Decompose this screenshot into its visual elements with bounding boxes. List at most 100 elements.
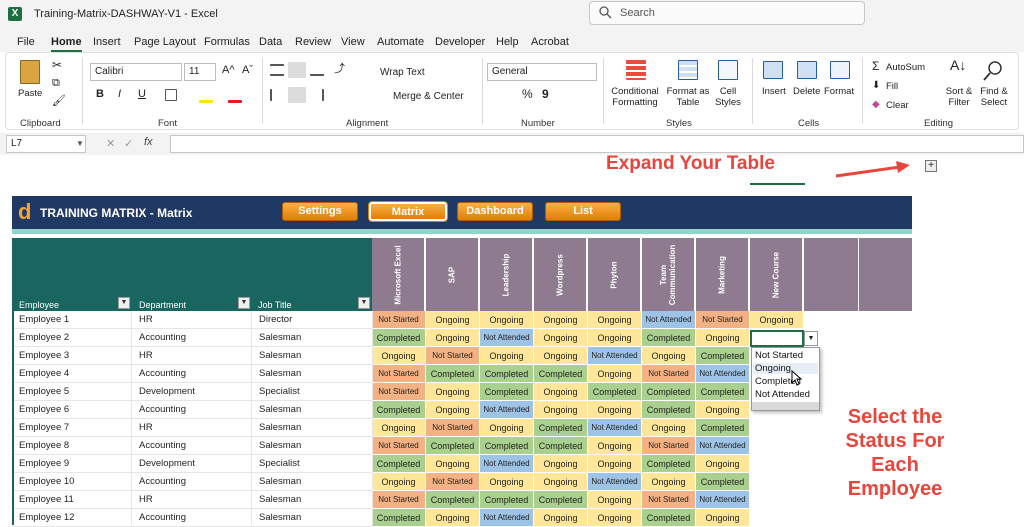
cell-department[interactable]: HR [132,311,252,329]
cell-status[interactable]: Completed [642,401,696,419]
cell-status[interactable] [750,509,804,527]
cell-status[interactable]: Not Attended [588,347,642,365]
font-size-select[interactable]: 11 [184,63,216,81]
cell-status[interactable]: Not Attended [588,473,642,491]
cell-status[interactable]: Completed [696,383,750,401]
tab-help[interactable]: Help [496,36,519,48]
cell-status[interactable]: Not Started [372,437,426,455]
cell-status[interactable]: Ongoing [588,509,642,527]
cell-employee[interactable]: Employee 4 [12,365,132,383]
cell-job-title[interactable]: Salesman [252,509,372,527]
insert-cells-button[interactable]: Insert [762,86,786,97]
active-cell[interactable] [750,330,804,347]
status-dropdown-list[interactable]: Not Started Ongoing Completed Not Attend… [751,347,820,411]
fill-button[interactable]: Fill [886,81,898,92]
cell-status[interactable]: Not Started [696,311,750,329]
cell-status[interactable]: Ongoing [534,383,588,401]
cell-status[interactable]: Not Started [642,491,696,509]
clear-button[interactable]: Clear [886,100,909,111]
cell-status[interactable]: Ongoing [588,455,642,473]
format-as-table-button[interactable]: Format as Table [666,86,710,108]
cell-status[interactable]: Ongoing [426,455,480,473]
grow-font-button[interactable]: A^ [222,65,235,76]
format-cells-button[interactable]: Format [824,86,854,97]
wrap-text-button[interactable]: Wrap Text [380,67,425,78]
name-box-chevron-icon[interactable]: ▼ [76,139,84,148]
shrink-font-button[interactable]: Aˇ [242,65,253,76]
cell-department[interactable]: Accounting [132,401,252,419]
align-right-icon[interactable] [310,89,324,101]
tab-view[interactable]: View [341,36,365,48]
comma-button[interactable]: 9 [542,88,549,100]
tab-home[interactable]: Home [51,36,82,52]
cell-status[interactable]: Completed [642,455,696,473]
cell-job-title[interactable]: Salesman [252,347,372,365]
cell-status[interactable]: Not Started [642,437,696,455]
cell-status[interactable]: Ongoing [588,491,642,509]
cell-status[interactable]: Completed [696,473,750,491]
number-format-select[interactable]: General [487,63,597,81]
italic-button[interactable]: I [118,89,121,100]
find-select-button[interactable]: Find & Select [977,86,1011,108]
confirm-icon[interactable]: ✓ [124,137,133,150]
cell-status[interactable]: Ongoing [480,419,534,437]
cell-status[interactable]: Ongoing [426,383,480,401]
tab-insert[interactable]: Insert [93,36,121,48]
cell-department[interactable]: Accounting [132,365,252,383]
cell-status[interactable]: Not Started [426,473,480,491]
bold-button[interactable]: B [96,89,104,100]
cell-status[interactable]: Not Attended [480,401,534,419]
tab-developer[interactable]: Developer [435,36,485,48]
cell-status[interactable]: Completed [588,383,642,401]
cell-status[interactable]: Ongoing [750,311,804,329]
autosum-button[interactable]: AutoSum [886,62,925,73]
cell-department[interactable]: Accounting [132,329,252,347]
cell-status[interactable]: Ongoing [426,401,480,419]
cell-status[interactable]: Not Attended [696,365,750,383]
tab-file[interactable]: File [17,36,35,48]
cell-status[interactable]: Not Started [372,365,426,383]
cut-icon[interactable]: ✂ [52,59,62,71]
cell-status[interactable]: Ongoing [534,473,588,491]
filter-job-title-icon[interactable]: ▼ [358,297,370,309]
copy-icon[interactable]: ⧉ [52,78,60,89]
cell-status[interactable]: Ongoing [642,473,696,491]
filter-employee-icon[interactable]: ▼ [118,297,130,309]
cell-status[interactable]: Ongoing [588,437,642,455]
cell-status[interactable]: Ongoing [534,455,588,473]
cell-status[interactable]: Ongoing [426,509,480,527]
cell-status[interactable]: Ongoing [372,419,426,437]
paste-button[interactable]: Paste [18,88,42,99]
underline-button[interactable]: U [138,89,146,100]
tab-data[interactable]: Data [259,36,282,48]
cell-status[interactable]: Ongoing [480,347,534,365]
cell-status[interactable]: Not Started [372,383,426,401]
cell-employee[interactable]: Employee 11 [12,491,132,509]
cell-status[interactable]: Not Attended [480,329,534,347]
expand-table-button[interactable]: + [925,160,937,172]
cell-status[interactable]: Not Started [372,491,426,509]
align-bottom-icon[interactable] [310,64,324,76]
cell-employee[interactable]: Employee 10 [12,473,132,491]
cell-employee[interactable]: Employee 7 [12,419,132,437]
cell-employee[interactable]: Employee 2 [12,329,132,347]
delete-cells-button[interactable]: Delete [793,86,820,97]
cell-employee[interactable]: Employee 8 [12,437,132,455]
cell-status[interactable]: Ongoing [534,401,588,419]
dropdown-option[interactable]: Not Attended [755,389,810,400]
cell-status[interactable] [750,455,804,473]
nav-dashboard-button[interactable]: Dashboard [457,202,533,221]
cell-status[interactable] [750,491,804,509]
borders-icon[interactable] [165,89,177,101]
formula-input[interactable] [170,135,1024,153]
cell-status[interactable]: Completed [372,329,426,347]
cell-status[interactable]: Completed [534,419,588,437]
cell-status[interactable]: Not Attended [480,509,534,527]
cell-status[interactable]: Not Started [426,347,480,365]
font-color-icon[interactable] [228,100,242,103]
cell-status[interactable]: Ongoing [372,347,426,365]
cell-status[interactable]: Ongoing [534,509,588,527]
cell-department[interactable]: HR [132,491,252,509]
cell-status[interactable]: Completed [426,437,480,455]
cell-status[interactable]: Not Attended [696,491,750,509]
